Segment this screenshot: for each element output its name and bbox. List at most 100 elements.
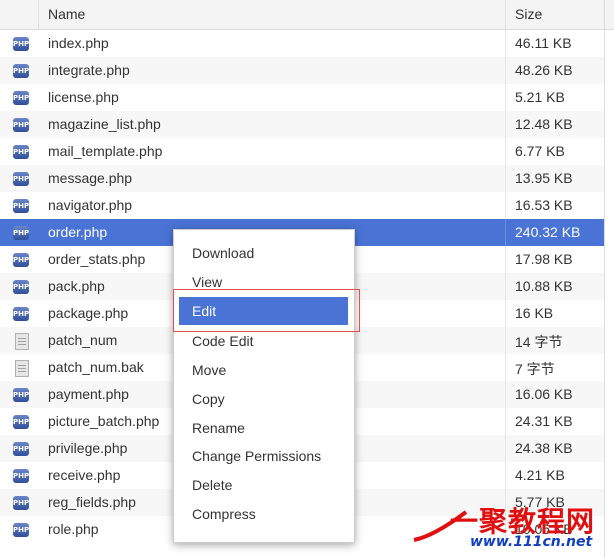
column-divider xyxy=(505,111,506,138)
column-divider xyxy=(505,381,506,408)
php-file-icon: PHP xyxy=(12,36,30,52)
php-icon-glyph: PHP xyxy=(13,388,29,402)
menu-item-rename[interactable]: Rename xyxy=(179,414,348,442)
column-divider xyxy=(505,354,506,381)
php-icon-glyph: PHP xyxy=(13,415,29,429)
table-row[interactable]: PHP magazine_list.php 12.48 KB xyxy=(0,111,604,138)
column-divider xyxy=(505,489,506,516)
table-row[interactable]: PHP message.php 13.95 KB xyxy=(0,165,604,192)
file-size: 16.06 KB xyxy=(515,386,573,402)
php-file-icon: PHP xyxy=(12,495,30,511)
php-file-icon: PHP xyxy=(12,90,30,106)
file-size: 24.31 KB xyxy=(515,413,573,429)
file-name: reg_fields.php xyxy=(48,494,136,510)
name-column-header[interactable]: Name xyxy=(48,6,85,22)
file-size: 10.88 KB xyxy=(515,278,573,294)
size-column-header[interactable]: Size xyxy=(515,6,542,22)
menu-item-move[interactable]: Move xyxy=(179,356,348,384)
menu-item-copy[interactable]: Copy xyxy=(179,385,348,413)
php-file-icon: PHP xyxy=(12,306,30,322)
menu-item-code-edit[interactable]: Code Edit xyxy=(179,327,348,355)
php-icon-glyph: PHP xyxy=(13,172,29,186)
column-divider xyxy=(505,462,506,489)
file-name: license.php xyxy=(48,89,119,105)
file-size: 48.26 KB xyxy=(515,62,573,78)
file-name: picture_batch.php xyxy=(48,413,160,429)
table-row[interactable]: PHP integrate.php 48.26 KB xyxy=(0,57,604,84)
php-icon-glyph: PHP xyxy=(13,118,29,132)
column-divider xyxy=(505,30,506,57)
file-name: package.php xyxy=(48,305,129,321)
file-table: Name Size PHP index.php 46.11 KB PHP integra… xyxy=(0,0,614,558)
php-icon-glyph: PHP xyxy=(13,91,29,105)
php-file-icon: PHP xyxy=(12,441,30,457)
column-divider xyxy=(505,192,506,219)
file-size: 17.98 KB xyxy=(515,251,573,267)
file-size: 6.77 KB xyxy=(515,143,565,159)
file-name: index.php xyxy=(48,35,109,51)
menu-item-download[interactable]: Download xyxy=(179,239,348,267)
php-icon-glyph: PHP xyxy=(13,226,29,240)
file-name: role.php xyxy=(48,521,99,537)
file-size: 10.06 KB xyxy=(515,521,573,537)
menu-item-view[interactable]: View xyxy=(179,268,348,296)
column-divider xyxy=(505,138,506,165)
file-name: magazine_list.php xyxy=(48,116,161,132)
php-file-icon: PHP xyxy=(12,279,30,295)
scrollbar-track xyxy=(604,0,605,558)
php-file-icon: PHP xyxy=(12,144,30,160)
php-icon-glyph: PHP xyxy=(13,64,29,78)
file-name: patch_num xyxy=(48,332,118,348)
file-name: privilege.php xyxy=(48,440,128,456)
document-icon-glyph xyxy=(15,360,29,377)
file-size: 46.11 KB xyxy=(515,35,572,51)
column-divider xyxy=(505,327,506,354)
menu-item-change-permissions[interactable]: Change Permissions xyxy=(179,442,348,470)
column-divider xyxy=(505,516,506,543)
table-row[interactable]: PHP license.php 5.21 KB xyxy=(0,84,604,111)
file-size: 7 字节 xyxy=(515,361,555,377)
php-file-icon: PHP xyxy=(12,387,30,403)
menu-item-compress[interactable]: Compress xyxy=(179,500,348,528)
file-size: 16 KB xyxy=(515,305,554,321)
file-size: 5.77 KB xyxy=(515,494,565,510)
php-icon-glyph: PHP xyxy=(13,307,29,321)
menu-item-edit[interactable]: Edit xyxy=(179,297,348,325)
column-divider xyxy=(505,435,506,462)
text-file-icon xyxy=(12,360,30,377)
column-divider xyxy=(505,57,506,84)
table-row[interactable]: PHP index.php 46.11 KB xyxy=(0,30,604,57)
php-icon-glyph: PHP xyxy=(13,145,29,159)
file-name: pack.php xyxy=(48,278,105,294)
file-name: navigator.php xyxy=(48,197,133,213)
file-name: receive.php xyxy=(48,467,121,483)
text-file-icon xyxy=(12,333,30,350)
php-file-icon: PHP xyxy=(12,468,30,484)
php-file-icon: PHP xyxy=(12,225,30,241)
file-name: payment.php xyxy=(48,386,129,402)
column-divider xyxy=(505,165,506,192)
column-divider xyxy=(505,300,506,327)
menu-item-delete[interactable]: Delete xyxy=(179,471,348,499)
file-size: 12.48 KB xyxy=(515,116,573,132)
file-size: 5.21 KB xyxy=(515,89,565,105)
file-size: 240.32 KB xyxy=(515,224,581,240)
php-file-icon: PHP xyxy=(12,117,30,133)
column-divider xyxy=(505,0,506,29)
file-name: order.php xyxy=(48,224,108,240)
php-icon-glyph: PHP xyxy=(13,442,29,456)
table-row[interactable]: PHP mail_template.php 6.77 KB xyxy=(0,138,604,165)
file-size: 13.95 KB xyxy=(515,170,573,186)
file-size: 4.21 KB xyxy=(515,467,565,483)
php-icon-glyph: PHP xyxy=(13,253,29,267)
php-file-icon: PHP xyxy=(12,522,30,538)
column-divider xyxy=(505,219,506,246)
php-icon-glyph: PHP xyxy=(13,280,29,294)
column-divider xyxy=(505,246,506,273)
table-row[interactable]: PHP navigator.php 16.53 KB xyxy=(0,192,604,219)
file-name: patch_num.bak xyxy=(48,359,144,375)
php-file-icon: PHP xyxy=(12,414,30,430)
php-file-icon: PHP xyxy=(12,63,30,79)
php-file-icon: PHP xyxy=(12,252,30,268)
file-name: integrate.php xyxy=(48,62,130,78)
